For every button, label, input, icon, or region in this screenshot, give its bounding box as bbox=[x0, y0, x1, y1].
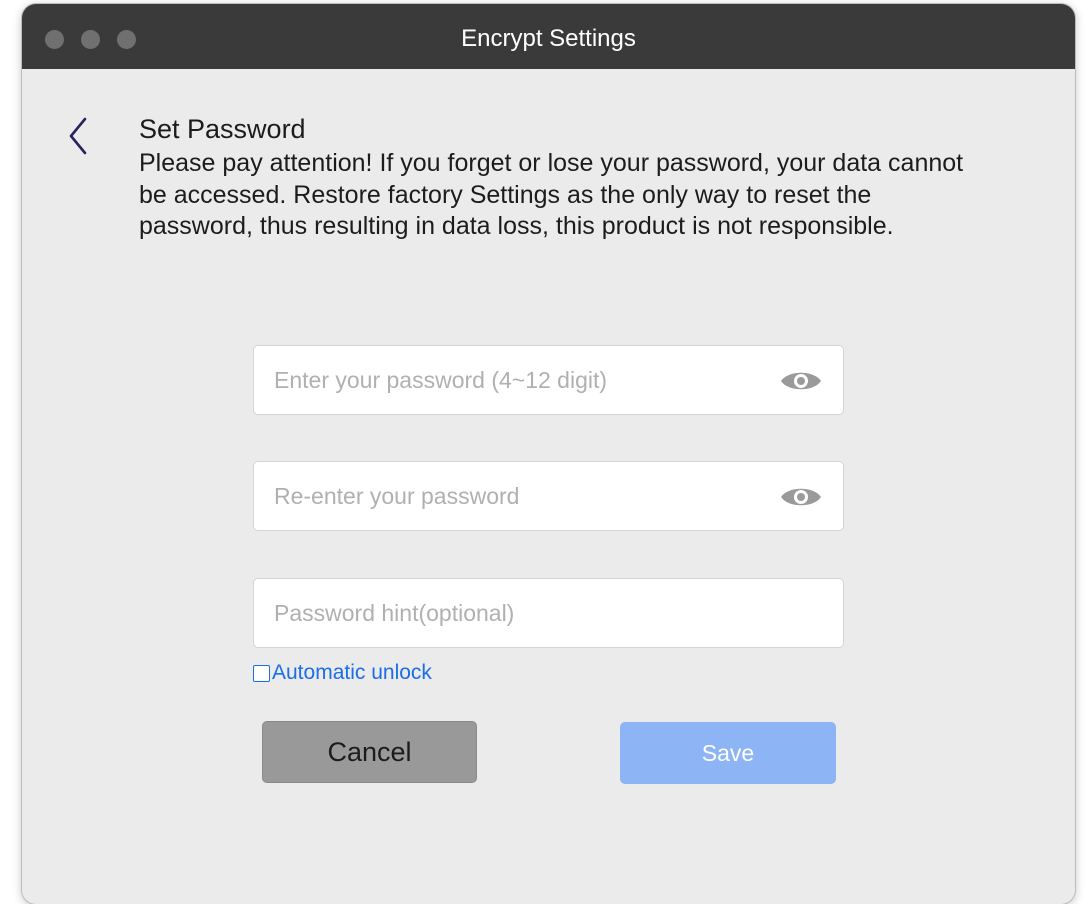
encrypt-settings-window: Encrypt Settings Set Password Please pay… bbox=[22, 4, 1075, 904]
page-title: Set Password bbox=[139, 114, 306, 144]
save-button[interactable]: Save bbox=[620, 722, 836, 784]
automatic-unlock-label: Automatic unlock bbox=[272, 661, 432, 684]
cancel-button[interactable]: Cancel bbox=[262, 721, 477, 783]
password-field bbox=[253, 345, 844, 415]
automatic-unlock-checkbox[interactable] bbox=[253, 664, 270, 682]
password-hint-field bbox=[253, 578, 844, 648]
back-button[interactable] bbox=[60, 112, 96, 160]
window-title: Encrypt Settings bbox=[461, 25, 636, 52]
password-hint-input[interactable] bbox=[274, 579, 754, 647]
eye-icon[interactable] bbox=[779, 368, 823, 394]
confirm-password-field bbox=[253, 461, 844, 531]
automatic-unlock-option[interactable]: Automatic unlock bbox=[253, 660, 432, 686]
warning-text: Please pay attention! If you forget or l… bbox=[139, 149, 964, 240]
title-bar: Encrypt Settings bbox=[22, 4, 1075, 69]
chevron-left-icon bbox=[69, 117, 87, 155]
confirm-password-input[interactable] bbox=[274, 462, 754, 530]
eye-icon[interactable] bbox=[779, 484, 823, 510]
password-input[interactable] bbox=[274, 346, 754, 414]
